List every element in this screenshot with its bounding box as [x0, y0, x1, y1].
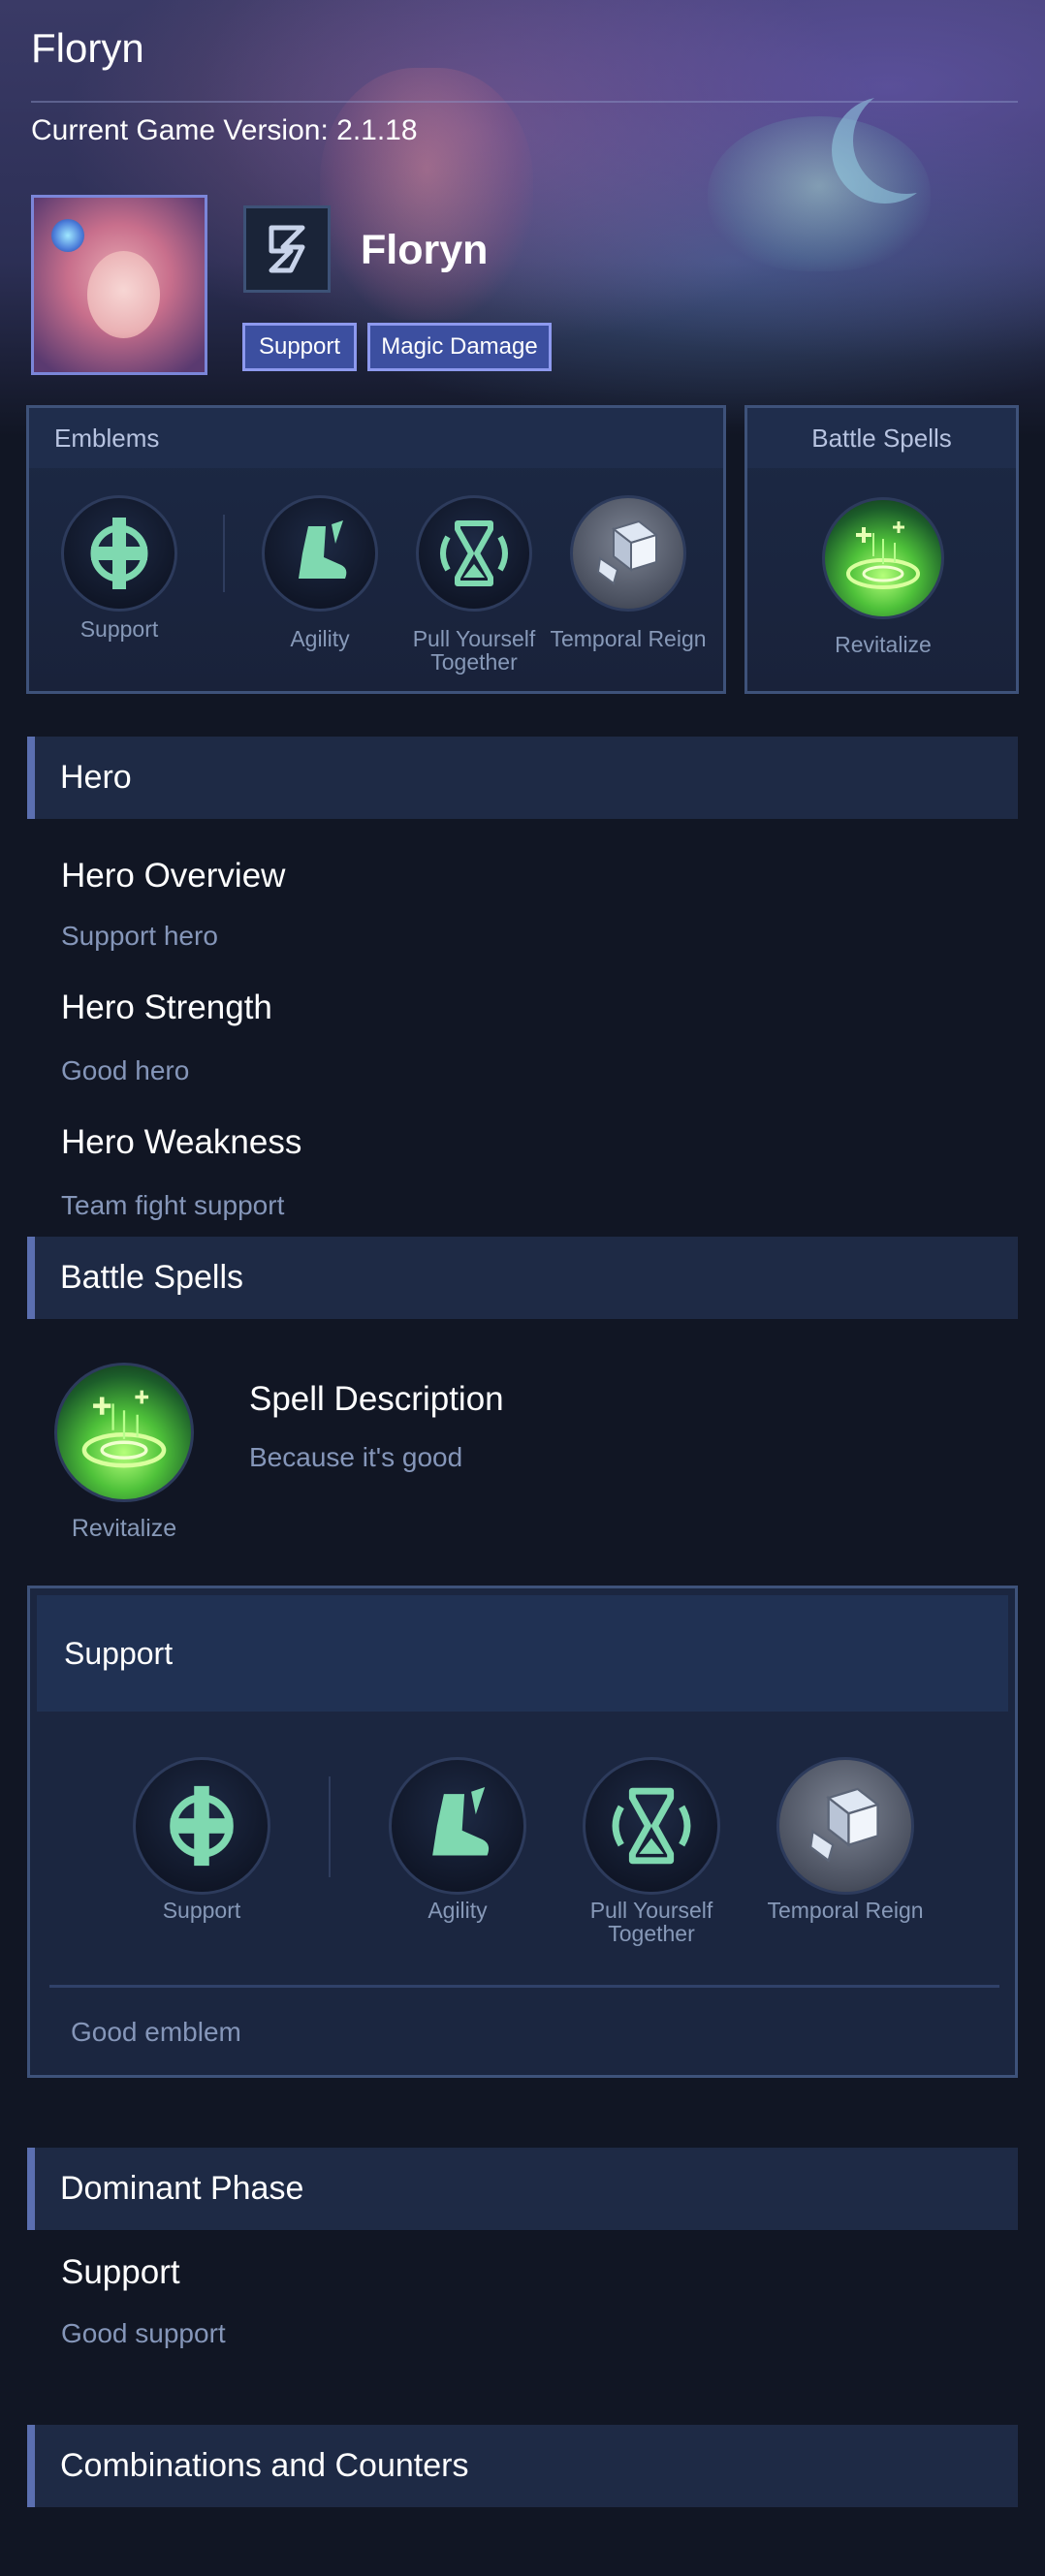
tag-magic-damage: Magic Damage [367, 323, 552, 371]
hero-overview-text: Support hero [61, 921, 218, 951]
spell-description-title: Spell Description [249, 1380, 504, 1418]
hourglass-icon[interactable] [416, 495, 532, 612]
cube-icon[interactable] [776, 1757, 914, 1895]
revitalize-icon[interactable] [822, 497, 944, 619]
spell-description-text: Because it's good [249, 1442, 463, 1472]
cube-glyph [596, 519, 659, 585]
emblems-panel: Emblems Support Agility Pull Yourself To… [26, 405, 726, 694]
emblems-panel-title: Emblems [29, 408, 723, 468]
hero-overview-title: Hero Overview [61, 857, 286, 895]
support-emblem-title: Support [37, 1595, 1008, 1712]
revitalize-glyph [81, 1390, 167, 1468]
cube-icon[interactable] [570, 495, 686, 612]
emblem-label: Support [79, 616, 159, 642]
banner-moon [853, 87, 960, 194]
cube-glyph [808, 1787, 880, 1863]
support-card-divider [49, 1985, 999, 1988]
emblem-label: Pull Yourself Together [412, 626, 536, 675]
revitalize-glyph [846, 521, 920, 589]
boot-glyph [432, 1787, 490, 1856]
spell-label: Revitalize [71, 1515, 177, 1542]
spell-label: Revitalize [835, 632, 932, 657]
hero-weakness-title: Hero Weakness [61, 1123, 302, 1161]
boot-icon[interactable] [389, 1757, 526, 1895]
section-dominant-phase-title: Dominant Phase [27, 2148, 1018, 2230]
role-s-glyph [269, 225, 305, 273]
section-battle-spells-title: Battle Spells [27, 1237, 1018, 1319]
hourglass-glyph [612, 1787, 691, 1865]
support-role-icon [243, 205, 331, 293]
emblem-label: Agility [428, 1898, 488, 1923]
support-emblem-note: Good emblem [71, 2017, 241, 2047]
portrait-face [87, 251, 160, 338]
emblem-label: Agility [290, 626, 350, 651]
dominant-phase-subtitle: Support [61, 2253, 180, 2291]
emblem-label: Support [162, 1898, 241, 1923]
emblem-divider [329, 1776, 331, 1877]
support-emblem-card: Support Support Agility Pull Yourself To… [27, 1586, 1018, 2078]
hero-name: Floryn [361, 227, 489, 273]
emblem-label: Temporal Reign [767, 1898, 924, 1923]
battle-spells-panel: Battle Spells Revitalize [744, 405, 1019, 694]
hourglass-glyph [440, 520, 508, 586]
emblem-divider [223, 515, 225, 592]
support-cross-glyph [170, 1785, 234, 1867]
page-title: Floryn [31, 25, 144, 71]
hero-strength-text: Good hero [61, 1055, 190, 1085]
emblem-label: Temporal Reign [550, 626, 707, 651]
boot-glyph [299, 520, 347, 579]
game-version: Current Game Version: 2.1.18 [31, 114, 418, 146]
revitalize-icon[interactable] [54, 1363, 194, 1502]
banner-hero-figure [320, 68, 533, 320]
section-hero-title: Hero [27, 737, 1018, 819]
hourglass-icon[interactable] [583, 1757, 720, 1895]
title-divider [31, 101, 1018, 103]
tag-support: Support [242, 323, 357, 371]
section-combinations-title: Combinations and Counters [27, 2425, 1018, 2507]
hero-strength-title: Hero Strength [61, 989, 272, 1026]
emblem-label: Pull Yourself Together [589, 1898, 713, 1946]
dominant-phase-text: Good support [61, 2318, 226, 2348]
battle-spells-panel-title: Battle Spells [747, 408, 1016, 468]
support-cross-glyph [90, 518, 148, 589]
hero-portrait[interactable] [31, 195, 207, 375]
hero-weakness-text: Team fight support [61, 1190, 285, 1220]
boot-icon[interactable] [262, 495, 378, 612]
support-cross-icon[interactable] [61, 495, 177, 612]
support-cross-icon[interactable] [133, 1757, 270, 1895]
portrait-flower [51, 219, 84, 252]
